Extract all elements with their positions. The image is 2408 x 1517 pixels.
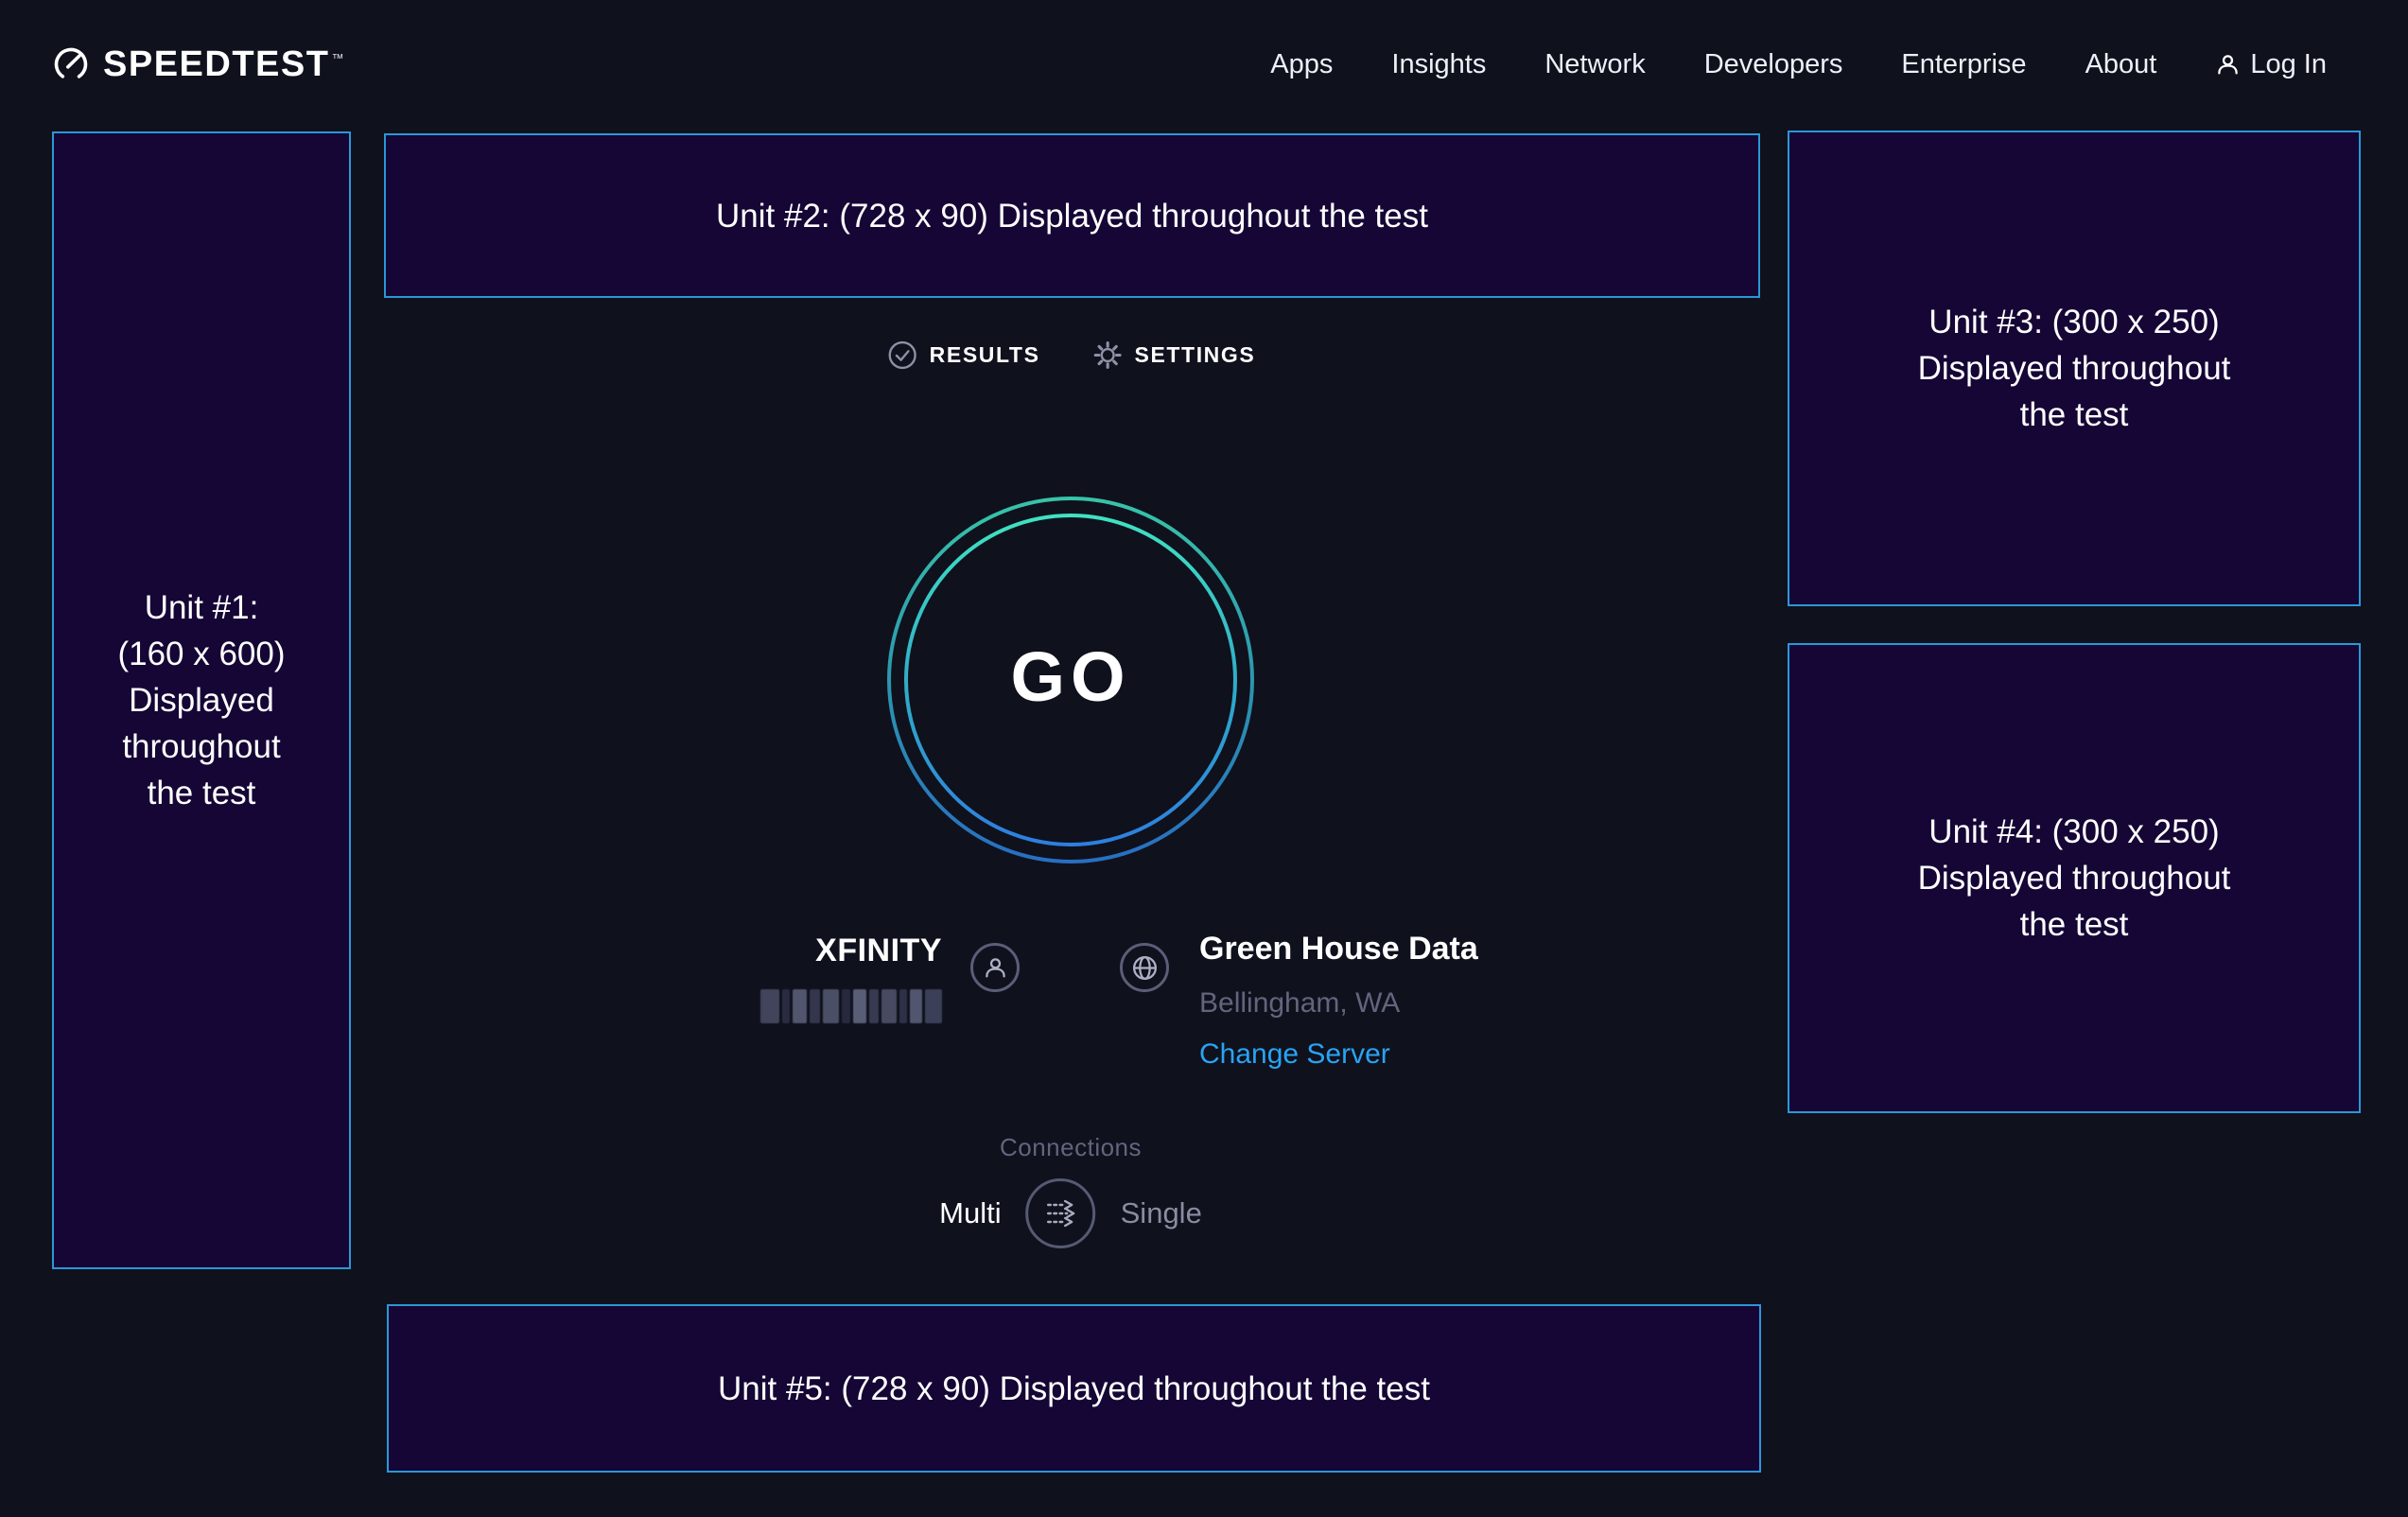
isp-badge — [970, 943, 1020, 992]
ad-text-line: Unit #5: (728 x 90) Displayed throughout… — [718, 1366, 1430, 1412]
ad-text-line: Unit #4: (300 x 250) — [1928, 809, 2219, 855]
server-name: Green House Data — [1199, 931, 1478, 968]
ad-text-line: throughout — [122, 724, 280, 770]
speedtest-logo[interactable]: SPEEDTEST™ — [52, 44, 345, 85]
ad-unit-3-rectangle[interactable]: Unit #3: (300 x 250) Displayed throughou… — [1788, 131, 2361, 606]
login-label: Log In — [2250, 49, 2327, 80]
ad-unit-5-banner[interactable]: Unit #5: (728 x 90) Displayed throughout… — [387, 1304, 1761, 1473]
ad-text-line: Displayed throughout — [1918, 345, 2231, 392]
globe-icon — [1130, 953, 1160, 983]
nav-item-enterprise[interactable]: Enterprise — [1901, 49, 2026, 80]
ad-text-line: Unit #2: (728 x 90) Displayed throughout… — [716, 193, 1428, 239]
server-location: Bellingham, WA — [1199, 987, 1400, 1020]
results-settings-tabs: RESULTS SETTINGS — [888, 340, 1256, 370]
nav-item-network[interactable]: Network — [1544, 49, 1645, 80]
top-nav-bar: SPEEDTEST™ Apps Insights Network Develop… — [0, 0, 2408, 129]
connections-toggle-row: Multi Single — [939, 1178, 1202, 1248]
ad-text-line: Displayed throughout — [1918, 855, 2231, 901]
isp-name: XFINITY — [815, 933, 942, 969]
tab-settings-label: SETTINGS — [1135, 342, 1256, 368]
tab-results[interactable]: RESULTS — [888, 340, 1040, 370]
ad-text-line: (160 x 600) — [117, 631, 285, 677]
nav-item-insights[interactable]: Insights — [1391, 49, 1486, 80]
check-circle-icon — [888, 340, 917, 370]
connections-single-option[interactable]: Single — [1121, 1196, 1202, 1230]
ad-unit-1-skyscraper[interactable]: Unit #1: (160 x 600) Displayed throughou… — [52, 131, 351, 1269]
ad-text-line: Unit #1: — [145, 584, 259, 631]
go-label: GO — [1010, 636, 1130, 717]
ad-text-line: the test — [2020, 901, 2129, 948]
main-nav: Apps Insights Network Developers Enterpr… — [1270, 49, 2327, 80]
nav-item-developers[interactable]: Developers — [1704, 49, 1843, 80]
nav-item-about[interactable]: About — [2085, 49, 2157, 80]
connections-toggle[interactable] — [1026, 1178, 1096, 1248]
connections-label: Connections — [1000, 1133, 1142, 1162]
person-icon — [2215, 52, 2241, 78]
ad-text-line: the test — [148, 770, 256, 816]
ad-text-line: Unit #3: (300 x 250) — [1928, 299, 2219, 345]
gear-icon — [1093, 340, 1123, 370]
connections-multi-option[interactable]: Multi — [939, 1196, 1001, 1230]
multi-connection-arrows-icon — [1041, 1194, 1081, 1233]
change-server-link[interactable]: Change Server — [1199, 1038, 1390, 1071]
gauge-icon — [52, 45, 90, 83]
ad-text-line: the test — [2020, 392, 2129, 438]
go-button[interactable]: GO — [881, 491, 1260, 869]
trademark-mark: ™ — [331, 51, 345, 65]
server-badge — [1120, 943, 1169, 992]
ad-unit-2-banner[interactable]: Unit #2: (728 x 90) Displayed throughout… — [384, 133, 1760, 298]
tab-results-label: RESULTS — [930, 342, 1040, 368]
person-icon — [983, 955, 1008, 981]
logo-text: SPEEDTEST™ — [103, 44, 345, 85]
redacted-ip-text — [740, 989, 942, 1023]
ad-text-line: Displayed — [129, 677, 274, 724]
login-button[interactable]: Log In — [2215, 49, 2327, 80]
nav-item-apps[interactable]: Apps — [1270, 49, 1333, 80]
tab-settings[interactable]: SETTINGS — [1093, 340, 1256, 370]
ad-unit-4-rectangle[interactable]: Unit #4: (300 x 250) Displayed throughou… — [1788, 643, 2361, 1113]
